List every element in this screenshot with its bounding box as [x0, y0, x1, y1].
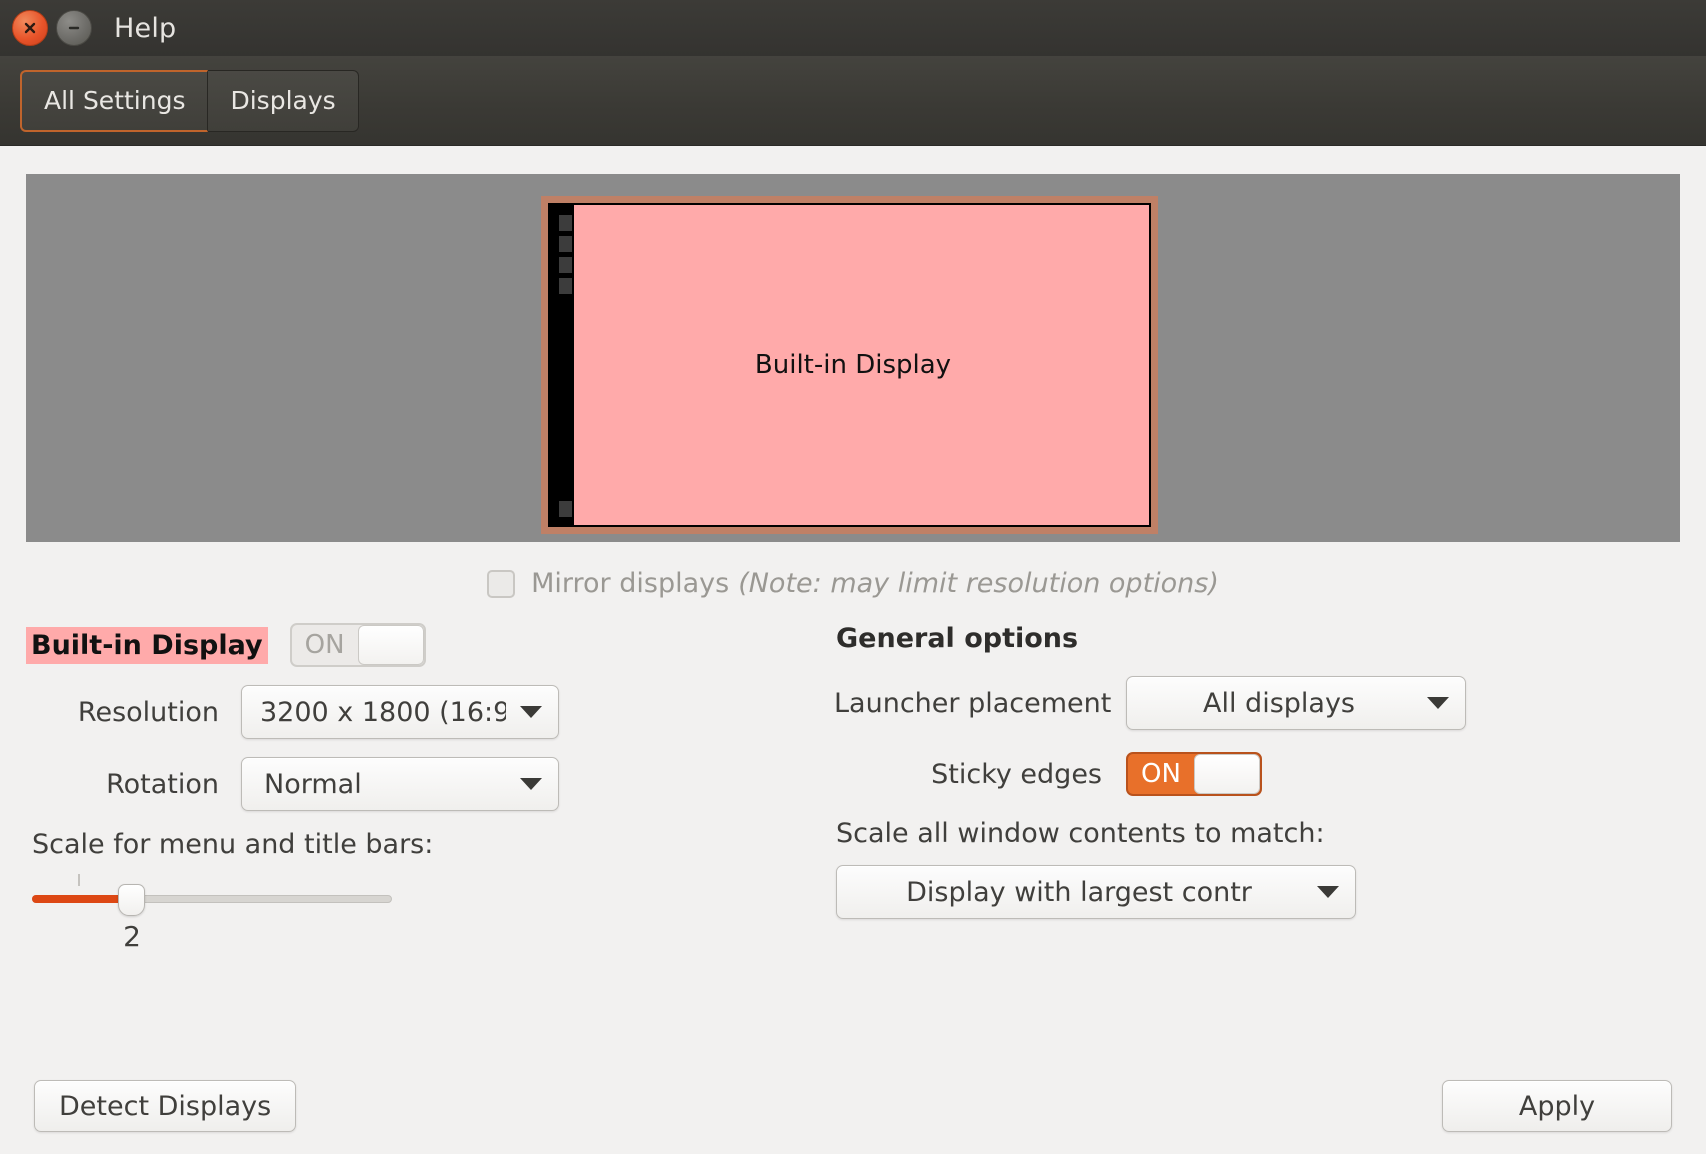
launcher-placement-dropdown[interactable]: All displays	[1126, 676, 1466, 730]
scale-all-windows-combo-wrap: Display with largest contr	[834, 865, 1680, 919]
general-options-title: General options	[836, 623, 1680, 654]
launcher-app-icon	[559, 215, 572, 231]
detect-displays-button[interactable]: Detect Displays	[34, 1080, 296, 1132]
display-power-toggle-label: ON	[292, 630, 358, 660]
sticky-edges-row: Sticky edges ON	[834, 752, 1680, 796]
title-bar: Help	[0, 0, 1706, 56]
rotation-dropdown[interactable]: Normal	[241, 757, 559, 811]
sticky-edges-toggle-label: ON	[1128, 759, 1194, 789]
launcher-app-icon	[559, 236, 572, 252]
displays-settings-window: Help All Settings Displays Built-i	[0, 0, 1706, 1154]
display-power-toggle[interactable]: ON	[290, 623, 426, 667]
launcher-app-icon	[559, 257, 572, 273]
sticky-edges-toggle[interactable]: ON	[1126, 752, 1262, 796]
rotation-row: Rotation Normal	[26, 757, 796, 811]
toolbar: All Settings Displays	[0, 56, 1706, 146]
close-icon[interactable]	[12, 10, 48, 46]
chevron-down-icon	[520, 706, 542, 718]
scale-slider[interactable]	[32, 874, 392, 918]
slider-handle[interactable]	[118, 884, 145, 916]
chevron-down-icon	[520, 778, 542, 790]
scale-all-windows-dropdown[interactable]: Display with largest contr	[836, 865, 1356, 919]
slider-tick	[78, 874, 80, 886]
launcher-app-icon	[559, 278, 572, 294]
displays-button[interactable]: Displays	[208, 70, 358, 132]
sticky-edges-label: Sticky edges	[834, 759, 1126, 790]
launcher-placement-row: Launcher placement All displays	[834, 676, 1680, 730]
chevron-down-icon	[1427, 697, 1449, 709]
monitor-screen: Built-in Display	[555, 203, 1151, 527]
monitor-label: Built-in Display	[755, 350, 951, 380]
toolbar-button-group: All Settings Displays	[20, 70, 359, 132]
minimize-icon[interactable]	[56, 10, 92, 46]
display-arrangement-canvas[interactable]: Built-in Display	[26, 174, 1680, 542]
footer-actions: Detect Displays Apply	[0, 1058, 1706, 1154]
toggle-knob	[1194, 754, 1260, 794]
launcher-placement-value: All displays	[1145, 688, 1413, 719]
resolution-label: Resolution	[26, 697, 241, 728]
rotation-value: Normal	[264, 769, 506, 800]
chevron-down-icon	[1317, 886, 1339, 898]
selected-display-name: Built-in Display	[26, 627, 268, 664]
apply-button[interactable]: Apply	[1442, 1080, 1672, 1132]
main-content: Built-in Display Mirror displays (Note: …	[0, 146, 1706, 1154]
slider-track-fill	[32, 895, 128, 903]
launcher-placement-label: Launcher placement	[834, 688, 1126, 719]
rotation-label: Rotation	[26, 769, 241, 800]
window-title: Help	[114, 13, 176, 44]
mirror-displays-row: Mirror displays (Note: may limit resolut…	[0, 568, 1706, 599]
mirror-displays-note: (Note: may limit resolution options)	[738, 568, 1219, 599]
scale-all-windows-label: Scale all window contents to match:	[836, 818, 1680, 849]
all-settings-button[interactable]: All Settings	[20, 70, 208, 132]
resolution-dropdown[interactable]: 3200 x 1800 (16:9)	[241, 685, 559, 739]
scale-menu-title-bars-block: Scale for menu and title bars: 2	[26, 829, 796, 953]
general-options-column: General options Launcher placement All d…	[796, 623, 1680, 953]
launcher-bar-preview	[557, 205, 574, 525]
scale-all-windows-block: Scale all window contents to match: Disp…	[834, 818, 1680, 919]
scale-menu-title-bars-label: Scale for menu and title bars:	[32, 829, 796, 860]
resolution-value: 3200 x 1800 (16:9)	[260, 697, 506, 728]
monitor-built-in-display[interactable]: Built-in Display	[541, 196, 1158, 534]
resolution-row: Resolution 3200 x 1800 (16:9)	[26, 685, 796, 739]
display-options-column: Built-in Display ON Resolution 3200 x 18…	[26, 623, 796, 953]
options-columns: Built-in Display ON Resolution 3200 x 18…	[0, 623, 1706, 953]
launcher-app-icon	[559, 501, 572, 517]
mirror-displays-label: Mirror displays	[531, 568, 729, 599]
scale-all-windows-value: Display with largest contr	[855, 877, 1303, 908]
toggle-knob	[358, 625, 424, 665]
mirror-displays-checkbox[interactable]	[487, 570, 515, 598]
scale-slider-value: 2	[32, 920, 232, 953]
display-power-row: Built-in Display ON	[26, 623, 796, 667]
